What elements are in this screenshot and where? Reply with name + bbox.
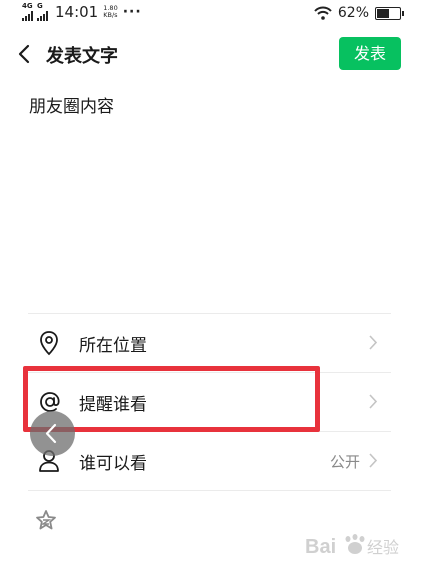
back-arrow-icon[interactable] <box>17 42 33 66</box>
signal-4g-icon: 4G <box>22 3 33 21</box>
visibility-value: 公开 <box>329 452 360 471</box>
location-pin-icon <box>38 330 68 356</box>
nav-bar: 发表文字 发表 <box>0 34 423 74</box>
chevron-right-icon <box>369 335 378 350</box>
baidu-watermark: Bai 经验 <box>303 531 417 561</box>
wifi-icon <box>314 6 332 20</box>
svg-text:Bai: Bai <box>305 536 336 558</box>
status-time: 14:01 <box>55 3 99 21</box>
network-speed: 1.80 KB/s <box>103 5 117 19</box>
battery-percentage: 62% <box>337 5 369 21</box>
location-row[interactable]: 所在位置 <box>28 314 391 372</box>
more-notifications-icon: ··· <box>122 4 142 20</box>
chevron-right-icon <box>369 453 378 468</box>
chevron-left-icon <box>45 423 57 444</box>
battery-icon <box>375 6 404 20</box>
signal-g-icon: G <box>37 3 48 21</box>
floating-back-button[interactable] <box>30 411 75 456</box>
star-icon <box>36 510 56 530</box>
status-bar: 4G G 14:01 1.80 KB/s ··· 62% <box>0 0 423 28</box>
page-title: 发表文字 <box>46 46 118 67</box>
visibility-row[interactable]: 谁可以看 公开 <box>28 432 391 490</box>
chevron-right-icon <box>369 394 378 409</box>
publish-button[interactable]: 发表 <box>339 37 401 70</box>
svg-text:经验: 经验 <box>367 538 399 557</box>
visibility-label: 谁可以看 <box>79 453 147 474</box>
network-type-label: 4G <box>22 2 33 10</box>
network-type-label-2: G <box>37 2 43 10</box>
location-label: 所在位置 <box>79 335 147 356</box>
speed-unit: KB/s <box>103 11 118 19</box>
post-text-input[interactable]: 朋友圈内容 <box>29 92 389 117</box>
